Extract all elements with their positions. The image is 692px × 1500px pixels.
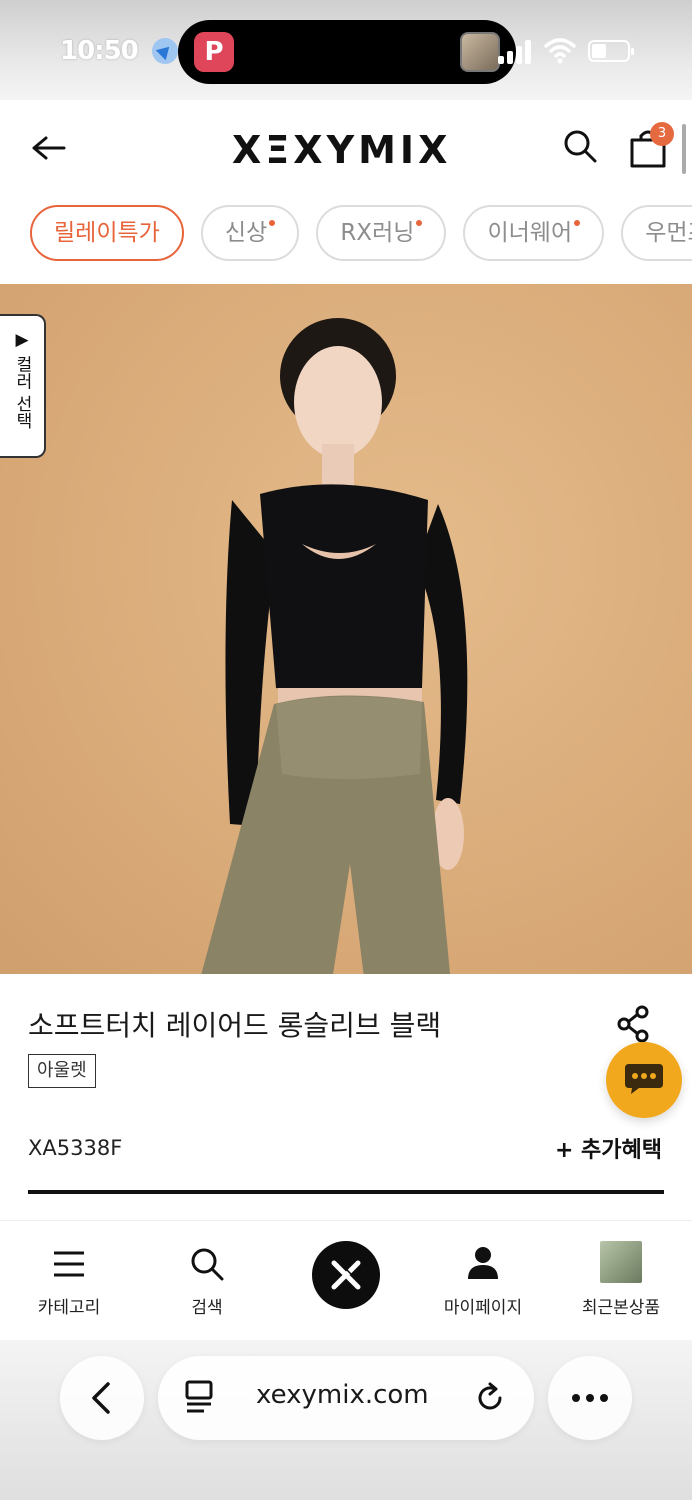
new-dot-icon (269, 220, 276, 226)
nav-recent-label: 최근본상품 (581, 1298, 661, 1318)
address-bar[interactable]: xexymix.com (158, 1356, 534, 1440)
site-header: XΞXYMIX 3 (0, 100, 692, 200)
signal-icon (498, 40, 532, 64)
hamburger-menu-icon (54, 1251, 84, 1277)
browser-back-button[interactable] (60, 1356, 144, 1440)
section-divider (28, 1190, 664, 1194)
back-arrow-icon[interactable] (26, 126, 70, 170)
search-icon (191, 1248, 224, 1281)
chat-button[interactable] (606, 1042, 682, 1118)
brand-x-icon (331, 1260, 361, 1290)
new-dot-icon (416, 220, 423, 226)
nav-mypage[interactable]: 마이페이지 (414, 1241, 552, 1318)
nav-category[interactable]: 카테고리 (0, 1241, 138, 1318)
category-chip-row: 릴레이특가 신상 RX러닝 이너웨어 우먼즈 (30, 205, 692, 265)
color-select-tab[interactable]: ▶ 컬러 선택 (0, 314, 46, 458)
color-select-label: ▶ 컬러 선택 (12, 330, 32, 429)
recent-product-thumbnail (600, 1241, 642, 1283)
wifi-icon (544, 38, 576, 64)
bottom-navigation: 카테고리 검색 마이페이지 최근본상품 (0, 1220, 692, 1340)
product-sku: XA5338F (28, 1136, 123, 1160)
battery-icon (588, 40, 634, 62)
chip-relay-sale[interactable]: 릴레이특가 (30, 205, 184, 261)
chip-innerwear[interactable]: 이너웨어 (463, 205, 605, 261)
app-icon: P (194, 32, 234, 72)
nav-search[interactable]: 검색 (138, 1241, 276, 1318)
product-hero-image[interactable]: ▶ 컬러 선택 (0, 284, 692, 974)
chip-label: RX러닝 (340, 220, 415, 246)
nav-category-label: 카테고리 (37, 1298, 101, 1318)
chip-womens[interactable]: 우먼즈 (621, 205, 692, 261)
chat-bubble-icon (625, 1064, 663, 1094)
home-button[interactable] (312, 1241, 380, 1309)
reload-icon[interactable] (472, 1380, 508, 1416)
more-dots-icon (572, 1394, 608, 1402)
nav-mypage-label: 마이페이지 (443, 1298, 523, 1318)
cart-count-badge: 3 (650, 122, 674, 146)
extra-benefit-link[interactable]: + 추가혜택 (555, 1132, 662, 1164)
chip-label: 우먼즈 (645, 220, 692, 246)
browser-toolbar: xexymix.com (0, 1340, 692, 1500)
product-title: 소프트터치 레이어드 롱슬리브 블랙 (28, 1009, 442, 1042)
chip-label: 릴레이특가 (54, 220, 160, 246)
search-icon[interactable] (562, 128, 598, 164)
outlet-badge: 아울렛 (28, 1054, 96, 1088)
chip-new[interactable]: 신상 (200, 205, 300, 261)
chip-label: 신상 (224, 220, 268, 246)
dynamic-island[interactable]: P (178, 20, 516, 84)
reader-mode-icon[interactable] (184, 1378, 214, 1418)
chevron-left-icon (92, 1382, 110, 1414)
model-photo (201, 318, 468, 974)
new-dot-icon (574, 220, 581, 226)
browser-more-button[interactable] (548, 1356, 632, 1440)
brand-logo[interactable]: XΞXYMIX (232, 128, 451, 172)
status-bar: 10:50 P (0, 0, 692, 100)
location-icon (152, 38, 178, 64)
scrollbar[interactable] (682, 124, 686, 174)
status-time: 10:50 (60, 36, 139, 66)
nav-recent[interactable]: 최근본상품 (552, 1241, 690, 1318)
share-icon[interactable] (614, 1004, 654, 1044)
chip-label: 이너웨어 (487, 220, 573, 246)
nav-search-label: 검색 (191, 1298, 223, 1318)
media-thumbnail-icon (460, 32, 500, 72)
chip-rx-running[interactable]: RX러닝 (316, 205, 447, 261)
url-text: xexymix.com (256, 1380, 429, 1410)
user-icon (468, 1247, 498, 1279)
